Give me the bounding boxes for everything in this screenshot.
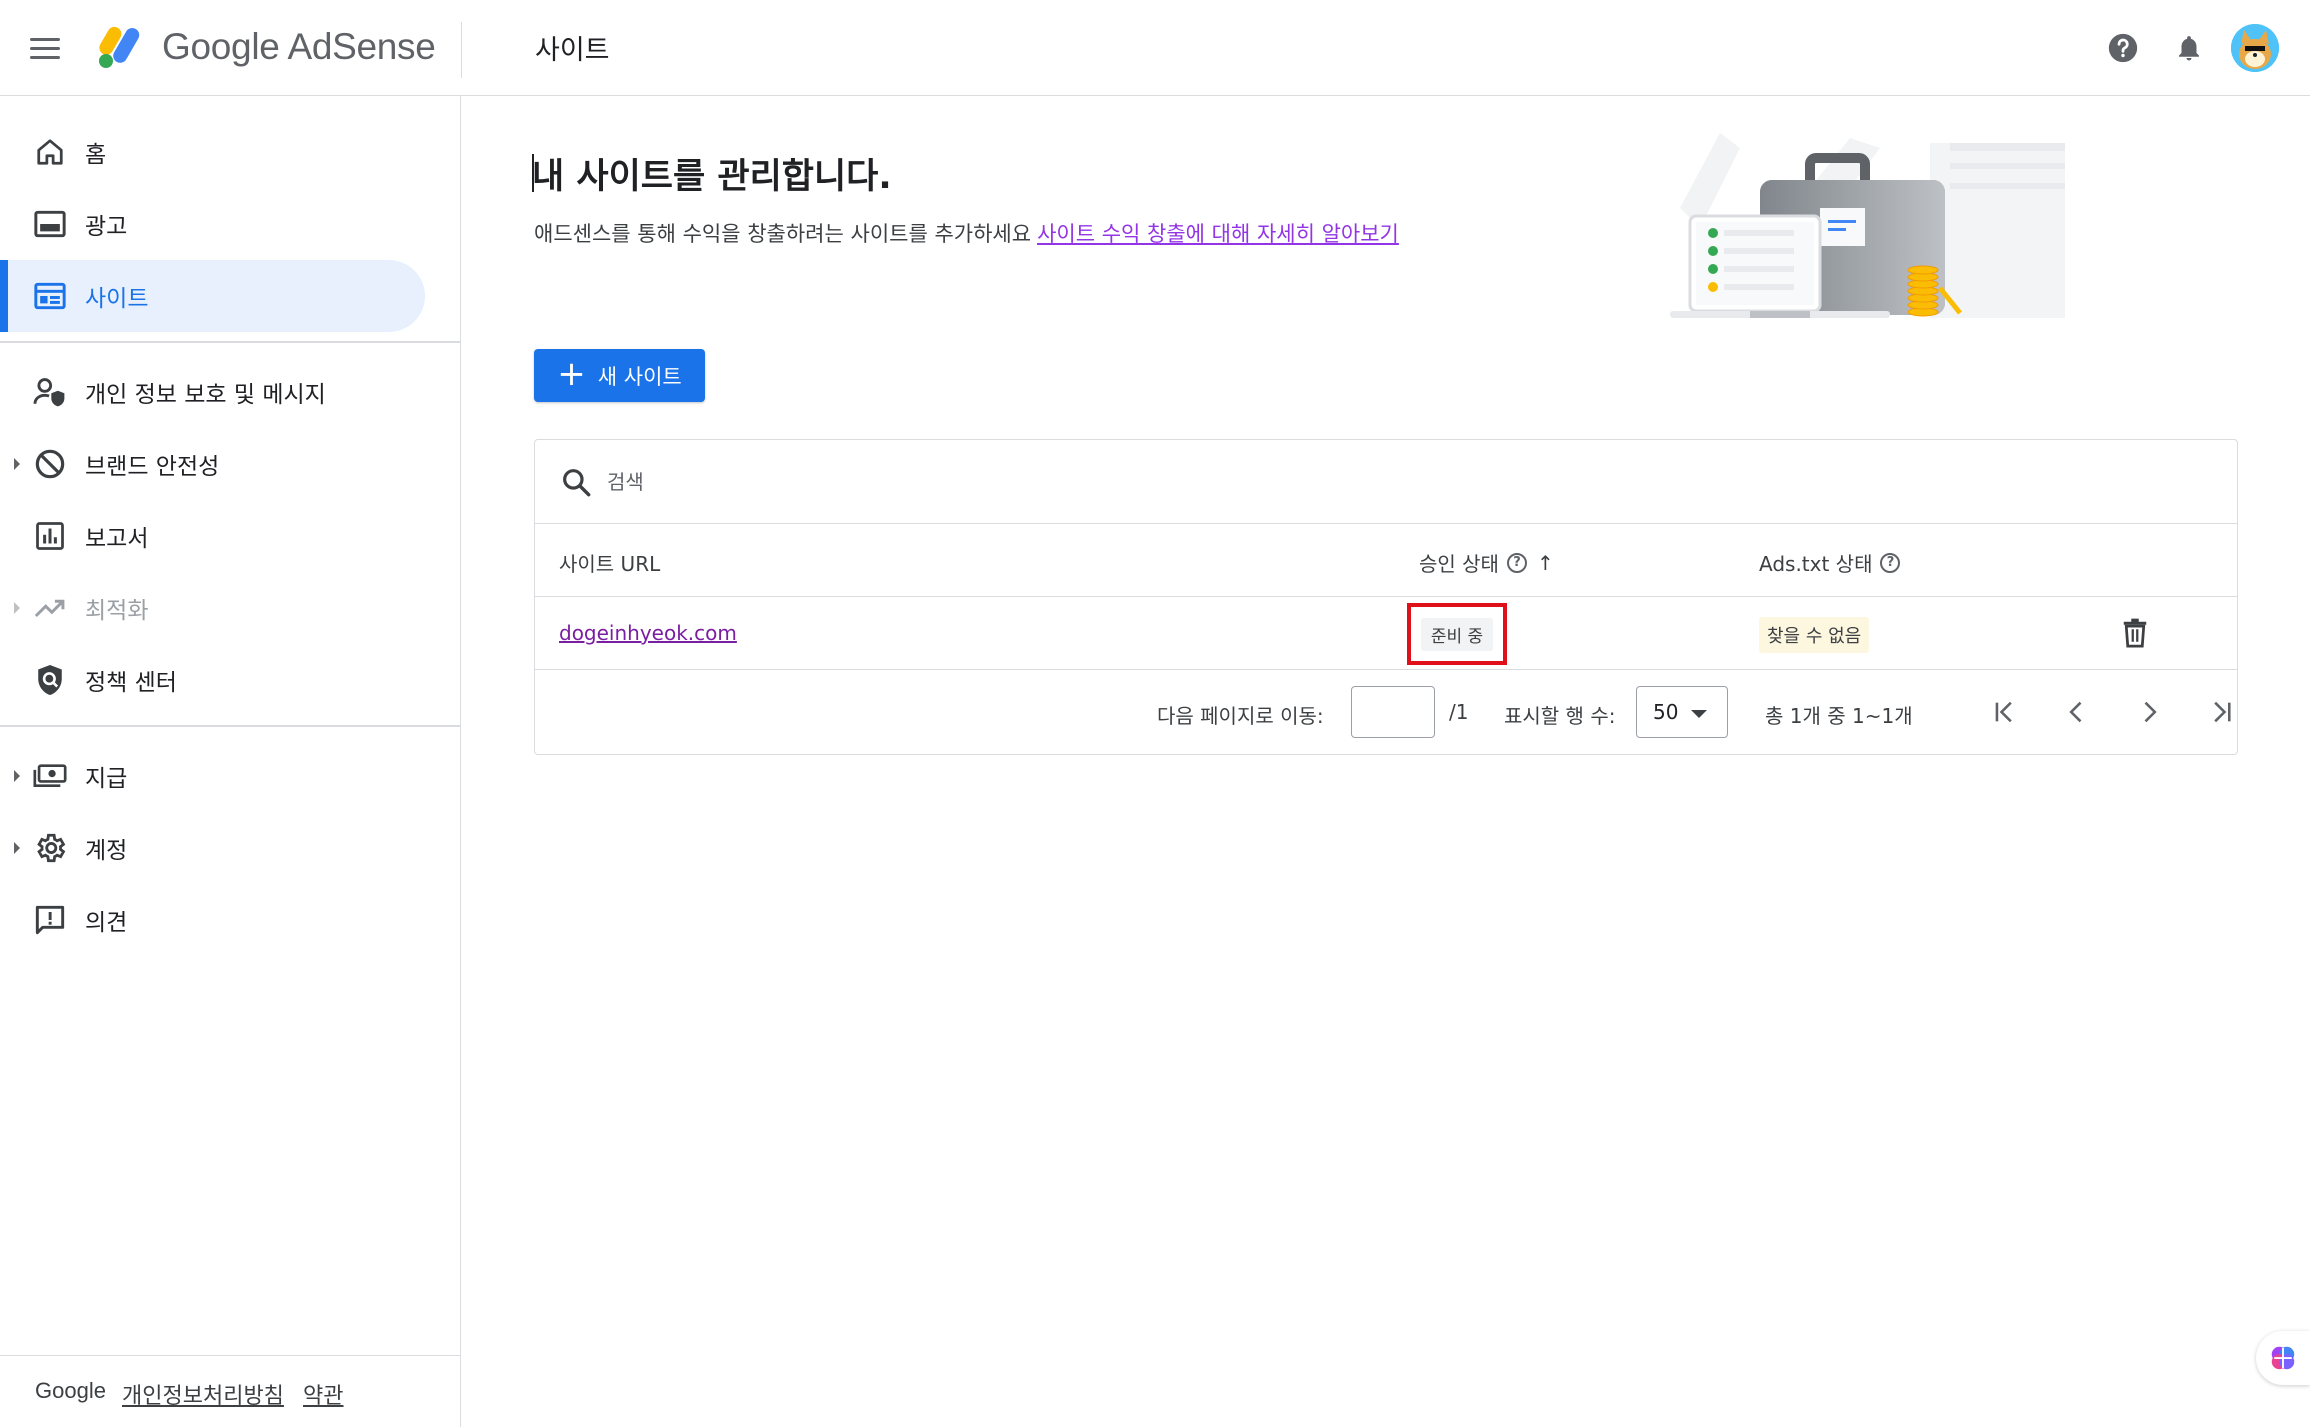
sidebar-item-payments[interactable]: 지급 (0, 740, 425, 812)
brand-name: Google AdSense (162, 26, 436, 67)
table-header: 사이트 URL 승인 상태 ? ↑ Ads.txt 상태 ? (535, 524, 2237, 597)
block-icon (32, 446, 68, 482)
ads-icon (32, 206, 68, 242)
sites-table-card: 사이트 URL 승인 상태 ? ↑ Ads.txt 상태 ? dogeinhye… (534, 439, 2238, 755)
sidebar-divider (0, 341, 460, 343)
trending-icon (32, 590, 68, 626)
sidebar-divider (0, 725, 460, 727)
home-icon (32, 134, 68, 170)
sidebar-item-account[interactable]: 계정 (0, 812, 425, 884)
menu-icon[interactable] (30, 30, 70, 66)
next-page-icon[interactable] (2129, 692, 2169, 732)
rows-per-page-value: 50 (1653, 700, 1679, 724)
sidebar-item-label: 최적화 (85, 598, 149, 624)
pagination-range: 총 1개 중 1~1개 (1765, 704, 1913, 728)
payments-icon (32, 758, 68, 794)
status-badge: 준비 중 (1420, 617, 1494, 651)
sidebar-item-label: 사이트 (85, 286, 149, 312)
sidebar-item-policy-center[interactable]: 정책 센터 (0, 644, 425, 716)
expand-caret-icon (14, 842, 20, 854)
reports-icon (32, 518, 68, 554)
rows-per-page-select[interactable]: 50 (1636, 686, 1728, 738)
learn-more-link[interactable]: 사이트 수익 창출에 대해 자세히 알아보기 (1037, 222, 1399, 246)
column-header-label: 사이트 URL (559, 552, 661, 576)
sidebar-item-label: 지급 (85, 766, 128, 792)
sidebar-item-label: 정책 센터 (85, 670, 177, 696)
feedback-icon (32, 902, 68, 938)
expand-caret-icon (14, 770, 20, 782)
assistant-icon[interactable] (2256, 1331, 2310, 1385)
settings-icon (32, 830, 68, 866)
adsense-logo-icon (99, 26, 140, 68)
chevron-down-icon (1691, 710, 1707, 718)
column-header-label: Ads.txt 상태 (1759, 552, 1873, 576)
help-icon[interactable] (2101, 26, 2145, 70)
add-icon: + (557, 353, 586, 394)
previous-page-icon[interactable] (2057, 692, 2097, 732)
avatar[interactable] (2231, 24, 2279, 72)
column-header-ads-txt-status[interactable]: Ads.txt 상태 ? (1759, 548, 1901, 577)
delete-icon[interactable] (2117, 615, 2153, 651)
table-row: dogeinhyeok.com 준비 중 찾을 수 없음 (535, 597, 2237, 670)
column-header-label: 승인 상태 (1419, 552, 1499, 576)
sidebar-nav: 홈 광고 사이트 개인 정보 보호 및 메시지 브랜드 안전성 보고서 최적화 … (0, 96, 461, 1427)
table-pagination: 다음 페이지로 이동: /1 표시할 행 수: 50 총 1개 중 1~1개 (535, 670, 2237, 756)
expand-caret-icon (14, 458, 20, 470)
notifications-icon[interactable] (2167, 26, 2211, 70)
ads-txt-status-badge: 찾을 수 없음 (1759, 617, 1870, 653)
approval-status-highlight: 준비 중 (1407, 603, 1507, 665)
search-bar (535, 440, 2237, 524)
main-description: 애드센스를 통해 수익을 창출하려는 사이트를 추가하세요 사이트 수익 창출에 … (534, 218, 1399, 248)
sidebar-footer: Google 개인정보처리방침 약관 (0, 1355, 460, 1427)
sidebar-item-reports[interactable]: 보고서 (0, 500, 425, 572)
sidebar-item-optimization[interactable]: 최적화 (0, 572, 425, 644)
top-app-bar: Google AdSense 사이트 (0, 0, 2310, 96)
new-site-button-label: 새 사이트 (597, 364, 682, 389)
column-header-site-url[interactable]: 사이트 URL (559, 548, 660, 577)
sidebar-item-label: 브랜드 안전성 (85, 454, 220, 480)
expand-caret-icon (14, 602, 20, 614)
help-icon[interactable]: ? (1506, 552, 1527, 573)
main-heading: 내 사이트를 관리합니다. (532, 148, 892, 199)
page-title: 사이트 (535, 35, 610, 66)
last-page-icon[interactable] (2201, 692, 2241, 732)
goto-page-label: 다음 페이지로 이동: (1157, 704, 1324, 728)
footer-google-brand: Google (35, 1378, 106, 1403)
header-divider (461, 22, 462, 78)
sidebar-item-label: 광고 (85, 214, 128, 240)
search-input[interactable] (607, 460, 1407, 504)
sidebar-item-feedback[interactable]: 의견 (0, 884, 425, 956)
rows-per-page-label: 표시할 행 수: (1504, 704, 1616, 728)
column-header-approval-status[interactable]: 승인 상태 ? ↑ (1419, 548, 1554, 577)
policy-icon (32, 662, 68, 698)
sidebar-item-label: 홈 (85, 142, 107, 168)
hero-illustration (1660, 128, 2100, 328)
sidebar-item-label: 개인 정보 보호 및 메시지 (85, 382, 326, 408)
new-site-button[interactable]: + 새 사이트 (534, 349, 705, 402)
privacy-icon (32, 374, 68, 410)
first-page-icon[interactable] (1985, 692, 2025, 732)
sort-ascending-icon[interactable]: ↑ (1537, 551, 1554, 575)
sidebar-item-label: 보고서 (85, 526, 149, 552)
sidebar-item-brand-safety[interactable]: 브랜드 안전성 (0, 428, 425, 500)
sidebar-item-label: 계정 (85, 838, 128, 864)
help-icon[interactable]: ? (1880, 552, 1901, 573)
sidebar-item-ads[interactable]: 광고 (0, 188, 425, 260)
sidebar-item-sites[interactable]: 사이트 (0, 260, 425, 332)
adsense-logo[interactable]: Google AdSense (96, 22, 436, 72)
site-url-link[interactable]: dogeinhyeok.com (559, 621, 737, 645)
search-icon (560, 466, 592, 498)
sites-icon (32, 278, 68, 314)
goto-page-input[interactable] (1351, 686, 1435, 738)
sidebar-item-home[interactable]: 홈 (0, 116, 425, 188)
main-description-text: 애드센스를 통해 수익을 창출하려는 사이트를 추가하세요 (534, 222, 1032, 246)
sidebar-item-privacy[interactable]: 개인 정보 보호 및 메시지 (0, 356, 425, 428)
privacy-policy-link[interactable]: 개인정보처리방침 (122, 1378, 284, 1410)
terms-link[interactable]: 약관 (303, 1378, 343, 1410)
total-pages: /1 (1449, 700, 1469, 724)
sidebar-item-label: 의견 (85, 910, 128, 936)
